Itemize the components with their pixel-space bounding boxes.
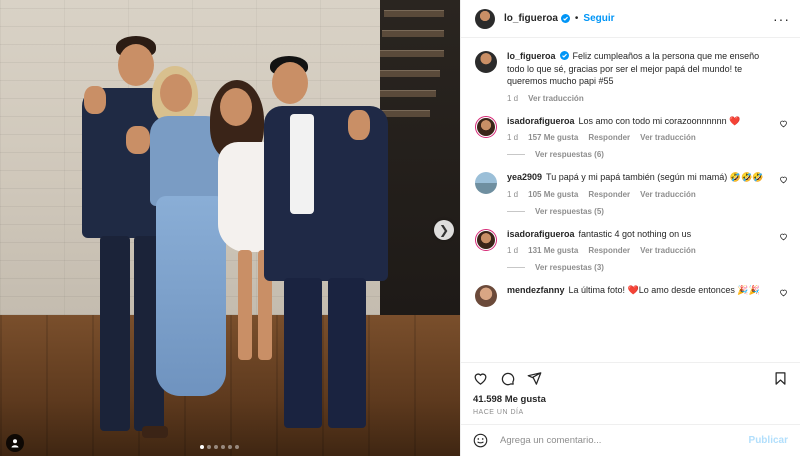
carousel-next-button[interactable]: ❯ — [434, 220, 454, 240]
carousel-dot — [221, 445, 225, 449]
post-photo[interactable]: ❯ — [0, 0, 460, 456]
avatar[interactable] — [475, 115, 497, 138]
comment: isadorafigueroa fantastic 4 got nothing o… — [475, 228, 788, 272]
view-replies-label: Ver respuestas (5) — [535, 206, 604, 216]
caption: lo_figueroa Feliz cumpleaños a la persona… — [475, 50, 788, 103]
staircase-background — [380, 0, 460, 315]
view-replies-button[interactable]: Ver respuestas (6) — [507, 150, 774, 159]
share-icon[interactable] — [527, 371, 542, 386]
likes-count[interactable]: 41.598 Me gusta — [461, 394, 800, 405]
comment-age: 1 d — [507, 246, 519, 255]
replies-divider — [507, 267, 525, 268]
comment-text: Los amo con todo mi corazoonnnnnn ❤️ — [578, 115, 741, 126]
header-separator: • — [574, 13, 579, 24]
tagged-users-button[interactable] — [6, 434, 24, 452]
wood-floor — [0, 315, 460, 456]
bookmark-icon[interactable] — [773, 371, 788, 386]
replies-divider — [507, 210, 525, 212]
comment-likes[interactable]: 131 Me gusta — [528, 246, 578, 255]
comment-likes[interactable]: 157 Me gusta — [528, 133, 578, 142]
carousel-dot — [207, 445, 211, 449]
heart-icon[interactable] — [779, 119, 788, 128]
post-header: lo_figueroa • Seguir ··· — [461, 0, 800, 38]
carousel-indicator — [200, 445, 239, 449]
comment: mendezfanny La última foto! ❤️Lo amo desd… — [475, 284, 788, 307]
carousel-dot — [200, 445, 204, 449]
comment-icon[interactable] — [500, 371, 515, 386]
avatar[interactable] — [475, 51, 497, 73]
comment-age: 1 d — [507, 133, 519, 142]
post-sidebar: lo_figueroa • Seguir ··· lo_figueroa Feli… — [460, 0, 800, 456]
comment-input[interactable] — [500, 435, 749, 446]
heart-icon[interactable] — [779, 288, 788, 297]
carousel-dot — [228, 445, 232, 449]
verified-badge-icon — [559, 51, 569, 60]
verified-badge-icon — [560, 14, 570, 23]
replies-divider — [507, 154, 525, 155]
translate-link[interactable]: Ver traducción — [640, 246, 696, 255]
caption-username[interactable]: lo_figueroa — [507, 51, 556, 61]
view-replies-button[interactable]: Ver respuestas (3) — [507, 263, 774, 272]
reply-button[interactable]: Responder — [588, 190, 630, 199]
comment-username[interactable]: isadorafigueroa — [507, 116, 575, 126]
user-tag-icon — [11, 439, 19, 448]
comment-text: La última foto! ❤️Lo amo desde entonces … — [568, 285, 760, 295]
carousel-dot — [235, 445, 239, 449]
comment-likes[interactable]: 105 Me gusta — [528, 190, 578, 199]
view-replies-label: Ver respuestas (6) — [535, 150, 604, 159]
emoji-icon[interactable] — [473, 433, 488, 448]
comment-age: 1 d — [507, 189, 519, 199]
reply-button[interactable]: Responder — [588, 246, 630, 255]
heart-icon[interactable] — [473, 371, 488, 386]
comment-composer: Publicar — [461, 424, 800, 456]
avatar[interactable] — [475, 228, 497, 251]
comment-text: Tu papá y mi papá también (según mi mamá… — [546, 172, 764, 182]
view-replies-label: Ver respuestas (3) — [535, 263, 604, 272]
more-options-icon[interactable]: ··· — [773, 11, 790, 27]
comment: yea2909 Tu papá y mi papá también (según … — [475, 171, 788, 216]
heart-icon[interactable] — [779, 175, 788, 184]
post-actions-bar — [461, 362, 800, 394]
publish-button[interactable]: Publicar — [749, 435, 788, 446]
view-replies-button[interactable]: Ver respuestas (5) — [507, 207, 774, 216]
comment-username[interactable]: isadorafigueroa — [507, 229, 575, 239]
follow-button[interactable]: Seguir — [583, 13, 614, 24]
header-username[interactable]: lo_figueroa — [504, 13, 558, 24]
post-date[interactable]: HACE UN DÍA — [461, 405, 800, 424]
comment: isadorafigueroa Los amo con todo mi coraz… — [475, 115, 788, 159]
heart-icon[interactable] — [779, 232, 788, 241]
translate-link[interactable]: Ver traducción — [640, 133, 696, 142]
avatar[interactable] — [475, 8, 495, 29]
instagram-post: ❯ lo_figueroa • Seguir ··· lo_figueroa F… — [0, 0, 800, 456]
comments-list[interactable]: lo_figueroa Feliz cumpleaños a la persona… — [461, 38, 800, 362]
avatar[interactable] — [475, 285, 497, 307]
caption-age: 1 d — [507, 93, 519, 103]
comment-username[interactable]: yea2909 — [507, 172, 542, 182]
avatar[interactable] — [475, 172, 497, 194]
carousel-dot — [214, 445, 218, 449]
comment-text: fantastic 4 got nothing on us — [578, 228, 692, 239]
chevron-right-icon: ❯ — [438, 223, 450, 237]
comment-username[interactable]: mendezfanny — [507, 285, 565, 295]
reply-button[interactable]: Responder — [588, 133, 630, 142]
translate-link[interactable]: Ver traducción — [640, 190, 696, 199]
translate-link[interactable]: Ver traducción — [528, 94, 584, 103]
